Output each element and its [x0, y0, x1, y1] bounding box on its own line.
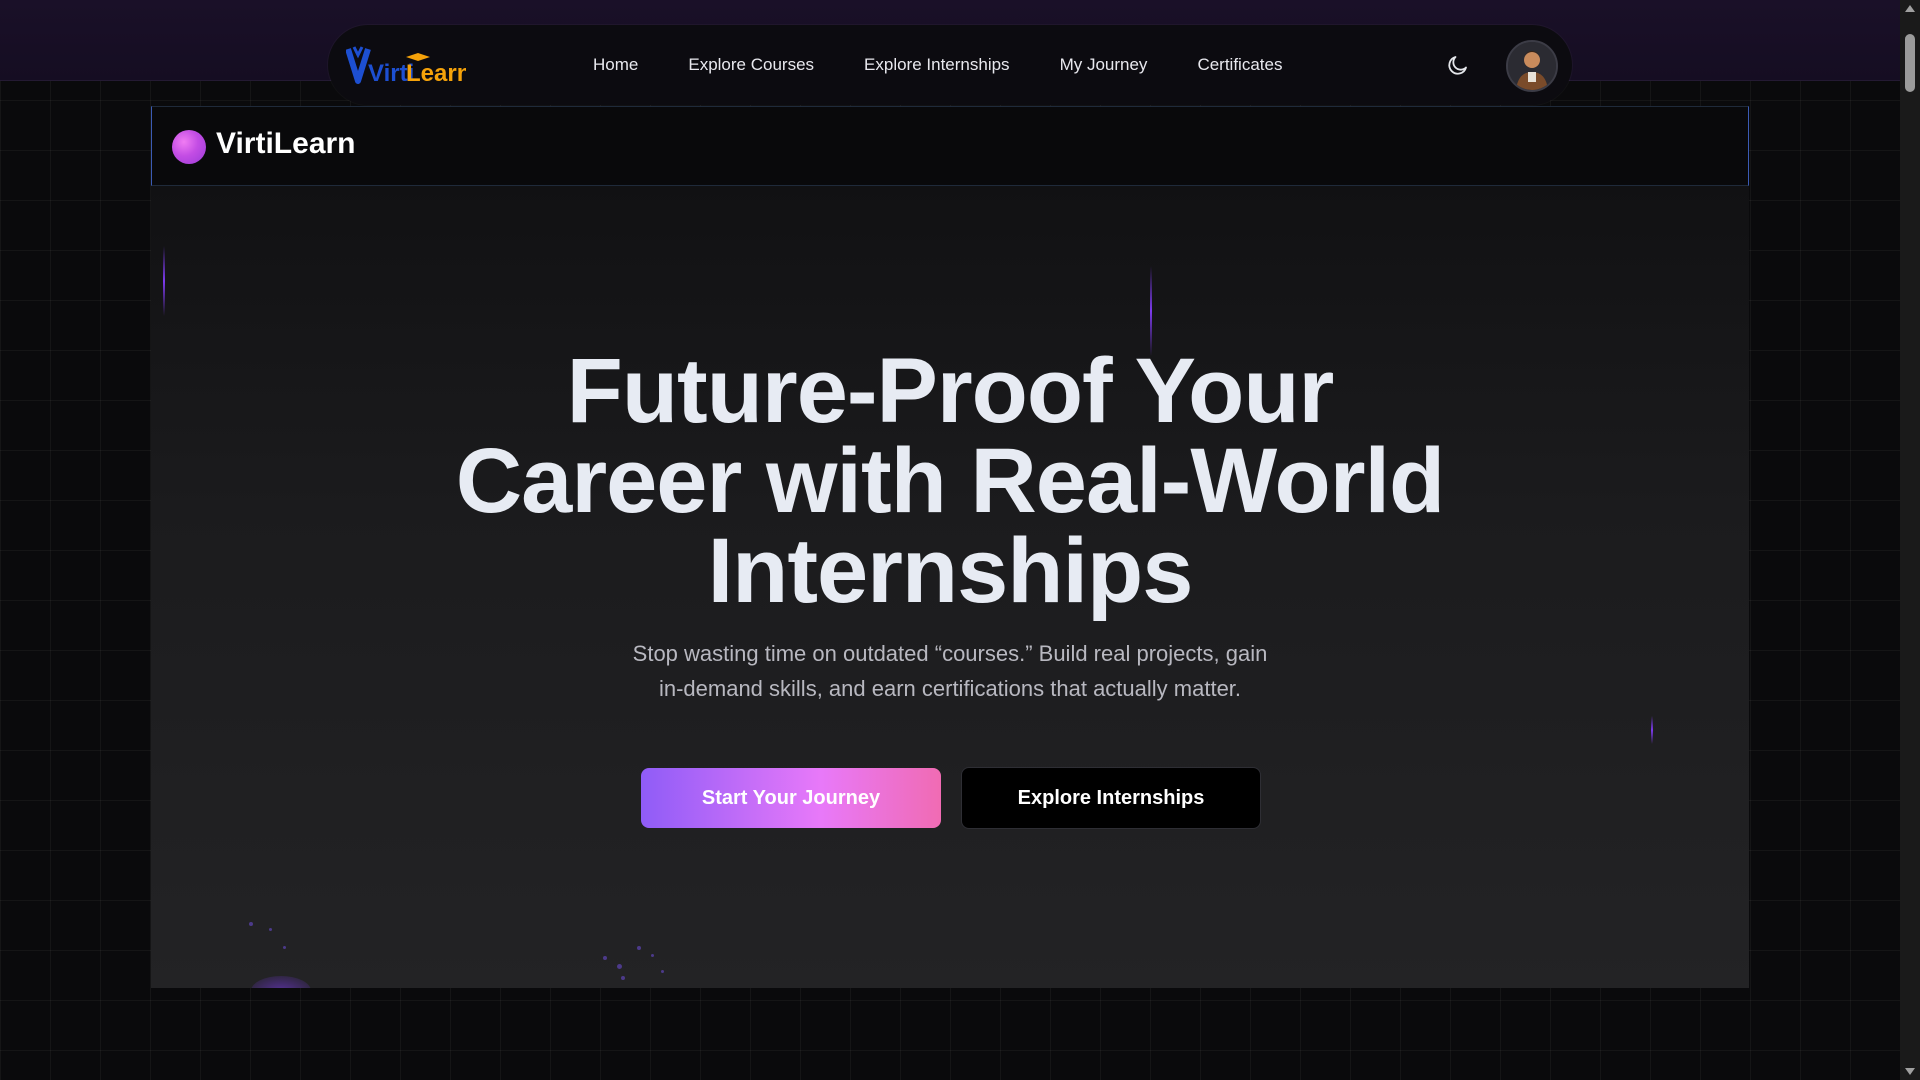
accent-line: [1651, 716, 1653, 744]
hero-title-line-1: Future-Proof Your: [566, 340, 1335, 442]
nav-certificates[interactable]: Certificates: [1172, 55, 1307, 75]
brand-name: VirtiLearn: [216, 127, 356, 160]
particle: [269, 928, 272, 931]
scroll-up-arrow-icon[interactable]: [1905, 5, 1915, 12]
particle: [617, 964, 622, 969]
accent-line: [163, 246, 165, 316]
nav-explore-courses[interactable]: Explore Courses: [663, 55, 839, 75]
nav-explore-internships[interactable]: Explore Internships: [839, 55, 1035, 75]
scrollbar[interactable]: [1900, 0, 1920, 1080]
particle: [661, 970, 664, 973]
particle: [603, 956, 607, 960]
nav-links: Home Explore Courses Explore Internships…: [568, 25, 1307, 105]
logo-icon: Virti Learn: [346, 46, 466, 87]
particle: [651, 954, 654, 957]
nav-my-journey[interactable]: My Journey: [1035, 55, 1173, 75]
particle: [283, 946, 286, 949]
avatar-icon: [1508, 42, 1556, 90]
logo-text-learn: Learn: [406, 60, 466, 87]
particle: [621, 976, 625, 980]
hero-title: Future-Proof Your Career with Real-World…: [151, 345, 1749, 617]
moon-icon[interactable]: [1446, 53, 1470, 77]
glow-orb: [251, 976, 311, 988]
site-logo[interactable]: Virti Learn: [346, 43, 466, 87]
start-journey-button[interactable]: Start Your Journey: [641, 768, 941, 828]
navbar: Virti Learn Home Explore Courses Explore…: [328, 25, 1572, 105]
particle: [249, 922, 253, 926]
explore-internships-button[interactable]: Explore Internships: [961, 767, 1261, 829]
header-card: VirtiLearn: [151, 106, 1749, 186]
nav-home[interactable]: Home: [568, 55, 663, 75]
user-avatar[interactable]: [1506, 40, 1558, 92]
hero-section: Future-Proof Your Career with Real-World…: [151, 186, 1749, 988]
scroll-down-arrow-icon[interactable]: [1905, 1068, 1915, 1075]
particle: [637, 946, 641, 950]
hero-subtitle-line-2: in-demand skills, and earn certification…: [658, 676, 1242, 701]
hero-title-line-2: Career with Real-World: [455, 430, 1446, 532]
brand-dot-icon: [172, 130, 206, 164]
hero-subtitle-line-1: Stop wasting time on outdated “courses.”…: [632, 641, 1268, 666]
hero-title-line-3: Internships: [707, 520, 1194, 622]
scrollbar-thumb[interactable]: [1905, 34, 1915, 92]
hero-subtitle: Stop wasting time on outdated “courses.”…: [580, 636, 1320, 706]
